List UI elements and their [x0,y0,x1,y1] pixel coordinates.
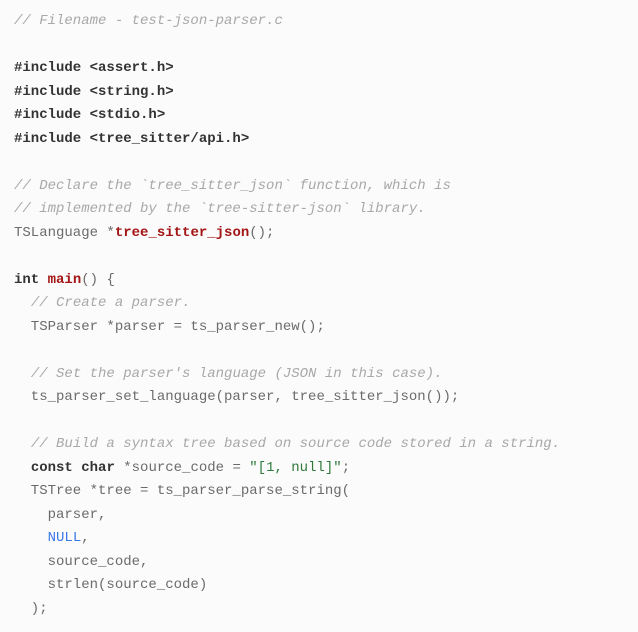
semi: ; [342,460,350,476]
code-block: // Filename - test-json-parser.c #includ… [14,10,624,621]
paren-semi: (); [249,225,274,241]
arg-strlen: strlen(source_code) [14,577,207,593]
fn-tree-sitter-json: tree_sitter_json [115,225,249,241]
close-paren: ); [14,601,48,617]
comment-create-parser: // Create a parser. [31,295,191,311]
indent [14,366,31,382]
kw-null: NULL [48,530,82,546]
include-stdio: #include <stdio.h> [14,107,165,123]
include-string: #include <string.h> [14,84,174,100]
comment-declare-2: // implemented by the `tree-sitter-json`… [14,201,426,217]
line-set-language: ts_parser_set_language(parser, tree_sitt… [14,389,459,405]
kw-int: int [14,272,39,288]
comment-set-language: // Set the parser's language (JSON in th… [31,366,443,382]
space [73,460,81,476]
comment-build-tree: // Build a syntax tree based on source c… [31,436,560,452]
space [39,272,47,288]
arg-parser: parser, [14,507,106,523]
arg-source-code: source_code, [14,554,148,570]
comma: , [81,530,89,546]
comment-filename: // Filename - test-json-parser.c [14,13,283,29]
var-source-code: *source_code = [115,460,249,476]
comment-declare-1: // Declare the `tree_sitter_json` functi… [14,178,451,194]
kw-char: char [81,460,115,476]
line-parse-string: TSTree *tree = ts_parser_parse_string( [14,483,350,499]
indent [14,460,31,476]
fn-main: main [48,272,82,288]
indent [14,295,31,311]
indent [14,530,48,546]
string-literal: "[1, null]" [249,460,341,476]
ret-type-tslanguage: TSLanguage * [14,225,115,241]
main-open: () { [81,272,115,288]
indent [14,436,31,452]
include-treesitter: #include <tree_sitter/api.h> [14,131,249,147]
include-assert: #include <assert.h> [14,60,174,76]
line-parser-new: TSParser *parser = ts_parser_new(); [14,319,325,335]
kw-const: const [31,460,73,476]
